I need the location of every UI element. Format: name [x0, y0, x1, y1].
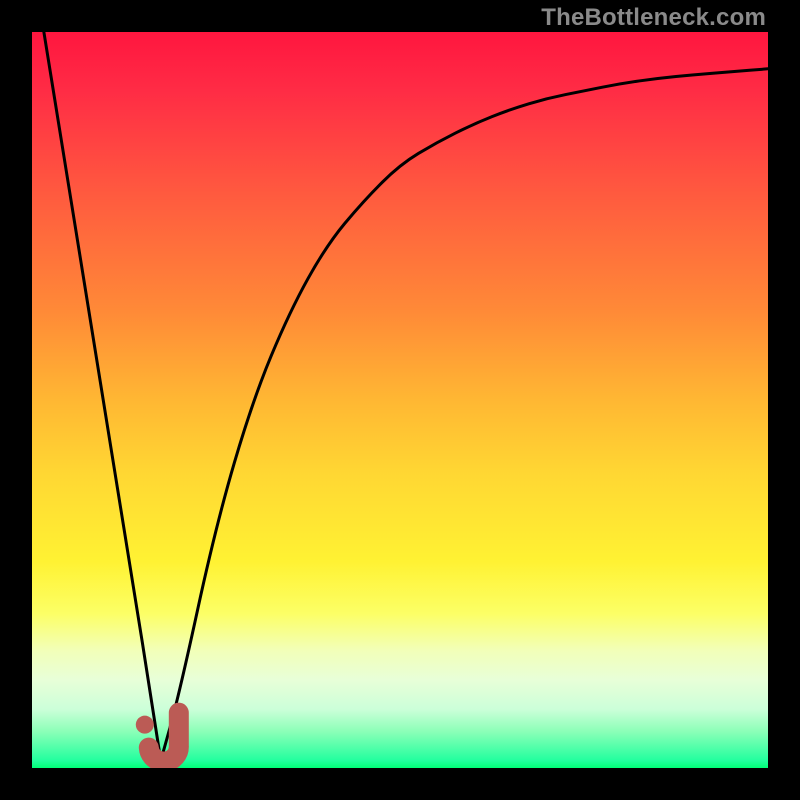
- chart-frame: TheBottleneck.com: [0, 0, 800, 800]
- bottleneck-curve-left: [32, 32, 161, 761]
- marker-dot: [136, 716, 154, 734]
- watermark-label: TheBottleneck.com: [541, 4, 766, 32]
- bottleneck-curve-right: [161, 69, 768, 761]
- curve-layer: [32, 32, 768, 768]
- plot-area: [32, 32, 768, 768]
